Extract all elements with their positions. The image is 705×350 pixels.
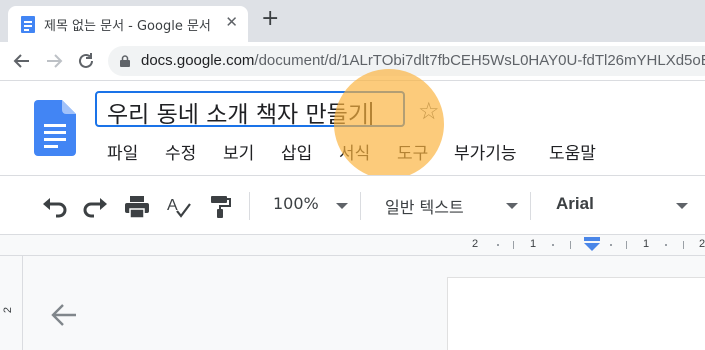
toolbar-separator — [530, 192, 531, 220]
star-icon[interactable]: ☆ — [418, 97, 440, 125]
browser-tab[interactable]: 제목 없는 문서 - Google 문서 ✕ — [8, 6, 248, 42]
new-tab-icon[interactable]: + — [261, 8, 279, 30]
zoom-select[interactable]: 100% — [273, 194, 319, 213]
paint-format-icon[interactable] — [206, 195, 234, 219]
ruler-number: 2 — [472, 238, 479, 250]
browser-toolbar: docs.google.com/document/d/1ALrTObi7dlt7… — [0, 42, 705, 81]
chevron-down-icon[interactable] — [506, 203, 518, 209]
menu-format[interactable]: 서식 — [339, 139, 370, 164]
tab-title: 제목 없는 문서 - Google 문서 — [44, 19, 211, 34]
address-bar[interactable]: docs.google.com/document/d/1ALrTObi7dlt7… — [108, 46, 705, 76]
undo-icon[interactable] — [40, 195, 68, 219]
document-title-text: 우리 동네 소개 책자 만들기 — [107, 102, 370, 127]
url-path: /document/d/1ALrTObi7dlt7fbCEH5WsL0HAY0U… — [254, 52, 705, 69]
ruler-tick — [683, 241, 684, 249]
ruler-dot — [610, 244, 612, 246]
ruler-number: 2 — [699, 238, 705, 250]
ruler-number: 1 — [643, 238, 650, 250]
url-text: docs.google.com/document/d/1ALrTObi7dlt7… — [141, 52, 705, 69]
menu-insert[interactable]: 삽입 — [281, 139, 312, 164]
print-icon[interactable] — [123, 195, 151, 219]
text-caret — [370, 102, 373, 125]
docs-logo-icon[interactable] — [34, 100, 76, 156]
spellcheck-icon[interactable]: A — [165, 195, 193, 219]
font-family-select[interactable]: Arial — [556, 194, 594, 214]
ruler-number: 1 — [530, 238, 537, 250]
ruler-tick — [570, 241, 571, 249]
toolbar-separator — [360, 192, 361, 220]
chevron-down-icon[interactable] — [676, 203, 688, 209]
reload-icon[interactable] — [76, 51, 96, 71]
url-host: docs.google.com — [141, 52, 255, 69]
menu-edit[interactable]: 수정 — [165, 139, 196, 164]
ruler-dot — [497, 244, 499, 246]
paragraph-style-select[interactable]: 일반 텍스트 — [385, 194, 464, 218]
menu-addons[interactable]: 부가기능 — [454, 139, 517, 164]
docs-toolbar: A 100% 일반 텍스트 Arial — [0, 176, 705, 234]
ruler-dot — [552, 244, 554, 246]
doc-favicon-icon — [21, 16, 35, 33]
vertical-ruler[interactable]: 2 — [0, 256, 23, 350]
svg-text:A: A — [167, 197, 178, 214]
document-title-input[interactable]: 우리 동네 소개 책자 만들기 — [95, 91, 405, 127]
back-arrow-icon[interactable] — [50, 302, 78, 328]
ruler-tick — [513, 241, 514, 249]
lock-icon — [120, 55, 130, 67]
back-icon[interactable] — [12, 51, 32, 71]
menu-tools[interactable]: 도구 — [397, 139, 428, 164]
indent-marker-icon[interactable] — [584, 237, 600, 251]
menu-file[interactable]: 파일 — [107, 139, 138, 164]
ruler-dot — [665, 244, 667, 246]
forward-icon[interactable] — [44, 51, 64, 71]
menu-help[interactable]: 도움말 — [549, 139, 596, 164]
vruler-number: 2 — [2, 306, 15, 314]
menu-view[interactable]: 보기 — [223, 139, 254, 164]
redo-icon[interactable] — [82, 195, 110, 219]
toolbar-separator — [249, 192, 250, 220]
close-icon[interactable]: ✕ — [225, 13, 238, 31]
ruler-tick — [626, 241, 627, 249]
document-page[interactable] — [448, 278, 705, 350]
chevron-down-icon[interactable] — [336, 203, 348, 209]
browser-tab-strip: 제목 없는 문서 - Google 문서 ✕ + — [0, 0, 705, 42]
